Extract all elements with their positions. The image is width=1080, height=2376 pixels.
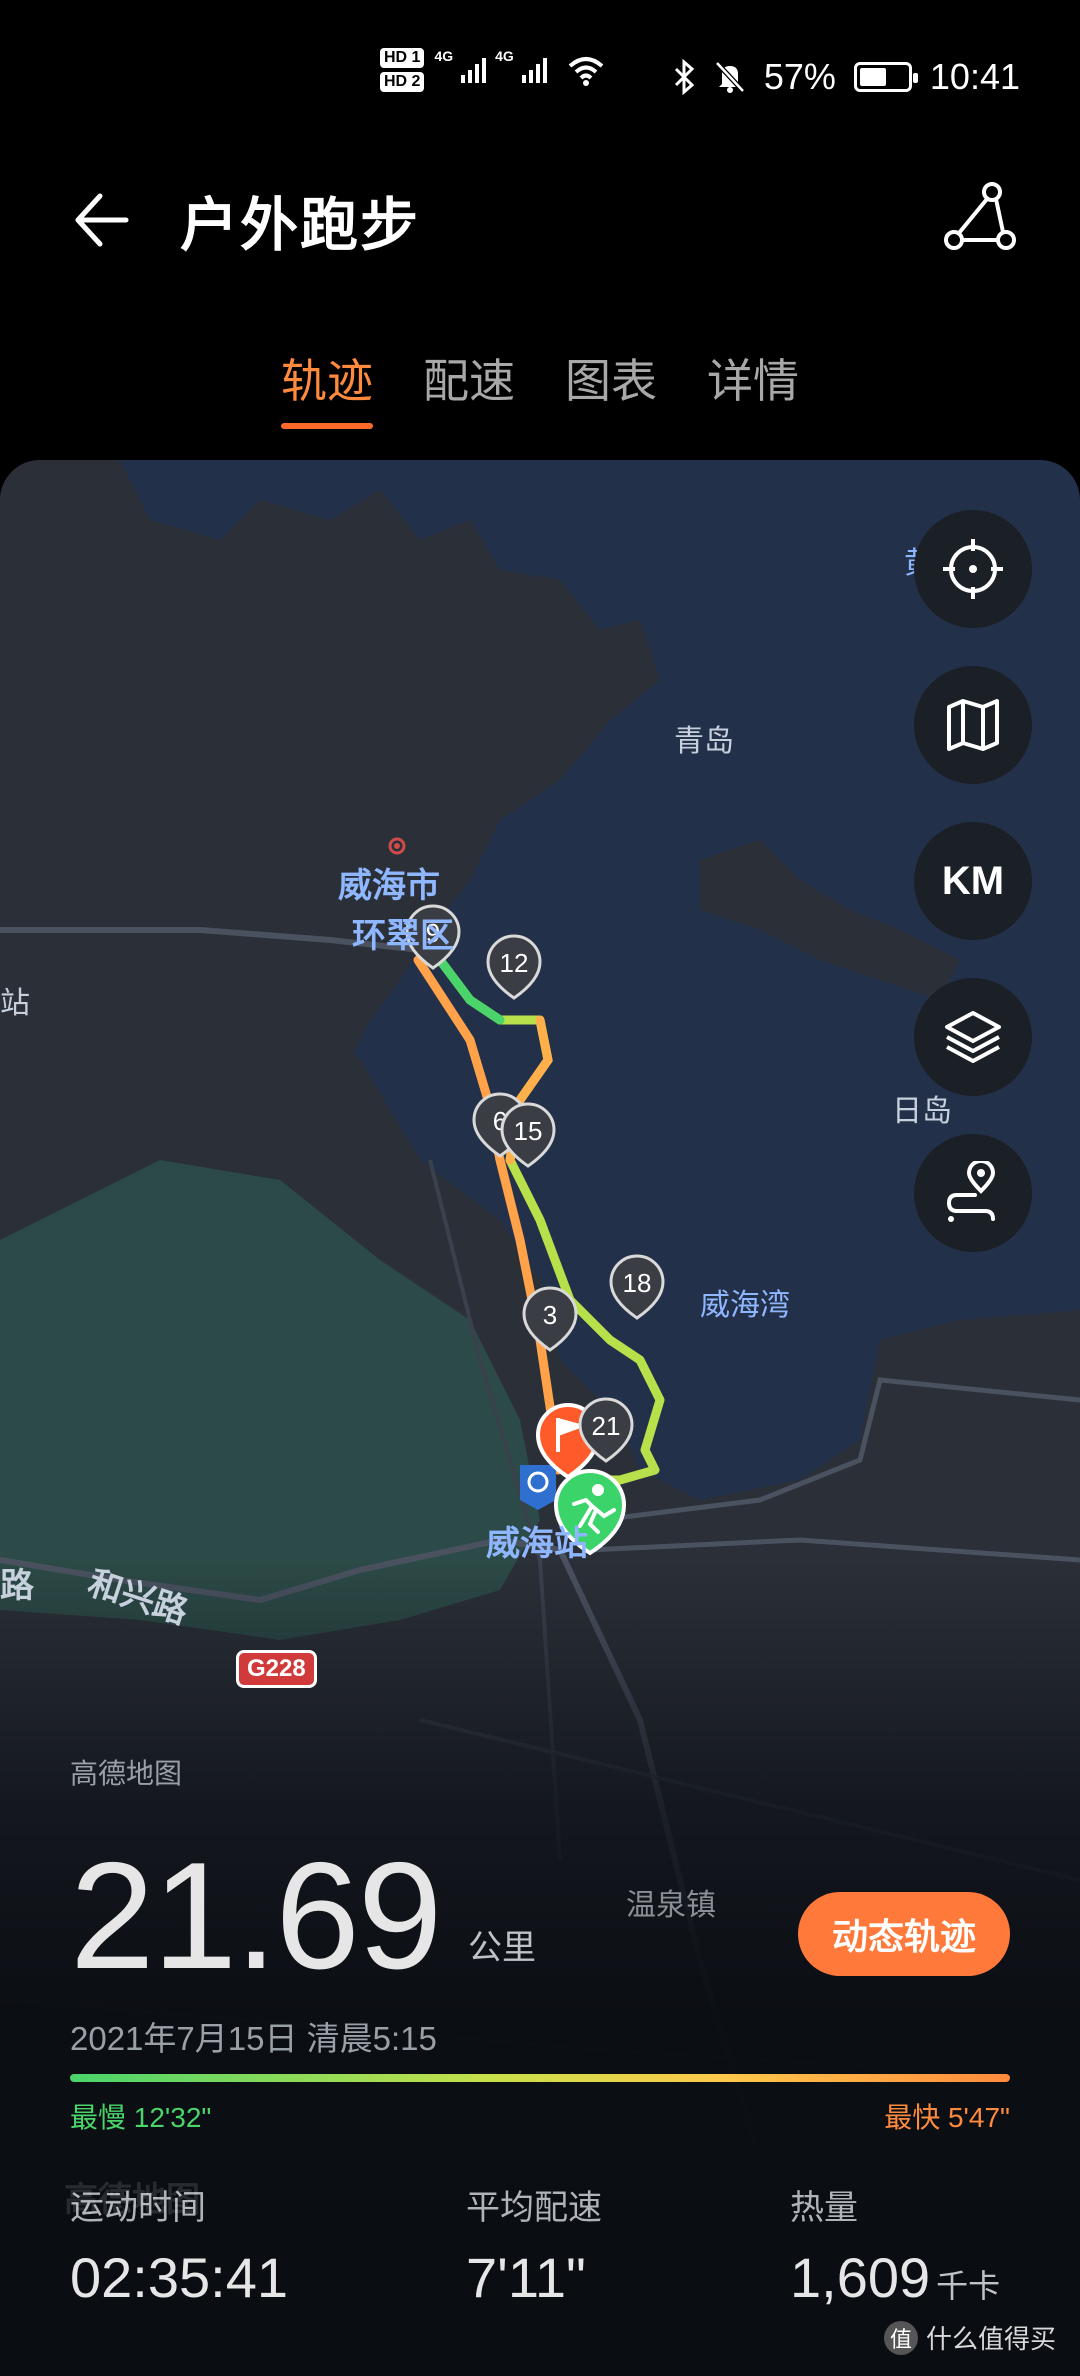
km-label: 15 bbox=[514, 1116, 543, 1146]
stat-label: 平均配速 bbox=[466, 2189, 602, 2227]
clock: 10:41 bbox=[929, 56, 1020, 97]
map-label: 环翠区 bbox=[352, 917, 454, 955]
battery-icon bbox=[853, 62, 918, 92]
stat-calories: 热量 1,609 千卡 bbox=[790, 2180, 1000, 2310]
dynamic-track-button[interactable]: 动态轨迹 bbox=[798, 1892, 1010, 1976]
tab-bar: 轨迹 配速 图表 详情 bbox=[0, 345, 1080, 429]
fastest-pace: 最快 5'47" bbox=[884, 2102, 1010, 2133]
km-toggle-button[interactable]: KM bbox=[914, 822, 1032, 940]
signal-icon bbox=[521, 58, 547, 83]
layers-icon bbox=[945, 1011, 1001, 1063]
signal-icon bbox=[461, 58, 487, 83]
sim2-badge: HD 2 bbox=[380, 72, 425, 92]
map-label: 日岛 bbox=[892, 1095, 952, 1128]
stat-avg-pace: 平均配速 7'11" bbox=[466, 2180, 602, 2310]
tab-pace[interactable]: 配速 bbox=[423, 345, 515, 429]
layers-button[interactable] bbox=[914, 978, 1032, 1096]
watermark-text: 什么值得买 bbox=[925, 2324, 1056, 2354]
road-badge: G228 bbox=[236, 1650, 317, 1688]
km-label: 21 bbox=[592, 1411, 621, 1441]
wifi-icon bbox=[568, 57, 604, 86]
sim1-badge: HD 1 bbox=[380, 48, 425, 68]
map-style-button[interactable] bbox=[914, 666, 1032, 784]
locate-icon bbox=[943, 539, 1003, 599]
stat-value: 7'11" bbox=[466, 2246, 586, 2309]
status-right: 57% 10:41 bbox=[672, 56, 1020, 98]
map-label: 温泉镇 bbox=[626, 1889, 716, 1922]
map-label: 路 bbox=[0, 1567, 34, 1605]
pace-gradient-bar bbox=[70, 2074, 1010, 2082]
distance-value: 21.69 bbox=[70, 1831, 442, 2001]
locate-button[interactable] bbox=[914, 510, 1032, 628]
tab-charts[interactable]: 图表 bbox=[565, 345, 657, 429]
map-label: 站 bbox=[0, 987, 30, 1020]
map-label: 威海市 bbox=[338, 867, 440, 905]
watermark-icon: 值 bbox=[883, 2320, 918, 2355]
map-label: 威海湾 bbox=[700, 1289, 790, 1322]
stat-label: 热量 bbox=[790, 2189, 858, 2227]
battery-percent: 57% bbox=[763, 56, 836, 97]
map-label: 青岛 bbox=[674, 725, 734, 758]
bluetooth-icon bbox=[674, 59, 695, 95]
route-map[interactable]: 9 12 6 15 3 18 21 黄海 青岛 威海市 环翠区 站 日岛 威海湾… bbox=[0, 460, 1080, 2376]
signal-group: HD 1 HD 2 4G 4G bbox=[380, 48, 606, 92]
share-icon[interactable] bbox=[940, 178, 1020, 258]
km-label: 18 bbox=[623, 1268, 652, 1298]
page-title: 户外跑步 bbox=[180, 193, 421, 258]
amap-logo: 高德地图 bbox=[64, 2181, 200, 2219]
workout-datetime: 2021年7月15日 清晨5:15 bbox=[70, 2020, 437, 2057]
km-label: 3 bbox=[543, 1300, 557, 1330]
arrow-left-icon[interactable] bbox=[68, 180, 148, 260]
stat-value: 02:35:41 bbox=[70, 2246, 288, 2309]
watermark: 值 什么值得买 bbox=[883, 2319, 1056, 2356]
header: 户外跑步 bbox=[0, 150, 1080, 280]
route-icon bbox=[946, 1161, 996, 1222]
calories-value: 1,609 bbox=[790, 2246, 931, 2309]
slowest-pace: 最慢 12'32" bbox=[70, 2102, 212, 2133]
network-type-1: 4G bbox=[434, 48, 454, 64]
sim-indicators: HD 1 HD 2 bbox=[380, 48, 425, 92]
km-label: 12 bbox=[500, 948, 529, 978]
network-type-2: 4G bbox=[495, 48, 514, 64]
stat-value: 1,609 千卡 bbox=[790, 2245, 1000, 2310]
calories-unit: 千卡 bbox=[936, 2268, 1001, 2304]
km-marker[interactable]: 12 bbox=[486, 934, 542, 1000]
status-bar: HD 1 HD 2 4G 4G 57% 10:41 bbox=[0, 0, 1080, 150]
km-marker[interactable]: 18 bbox=[609, 1254, 665, 1320]
distance-unit: 公里 bbox=[468, 1929, 536, 1967]
tab-details[interactable]: 详情 bbox=[707, 345, 799, 429]
map-icon bbox=[947, 699, 999, 751]
map-provider-caption: 高德地图 bbox=[70, 1758, 183, 1789]
map-label: 威海站 bbox=[486, 1525, 588, 1563]
mute-bell-icon bbox=[715, 61, 745, 93]
tab-track[interactable]: 轨迹 bbox=[281, 345, 373, 429]
route-button[interactable] bbox=[914, 1134, 1032, 1252]
